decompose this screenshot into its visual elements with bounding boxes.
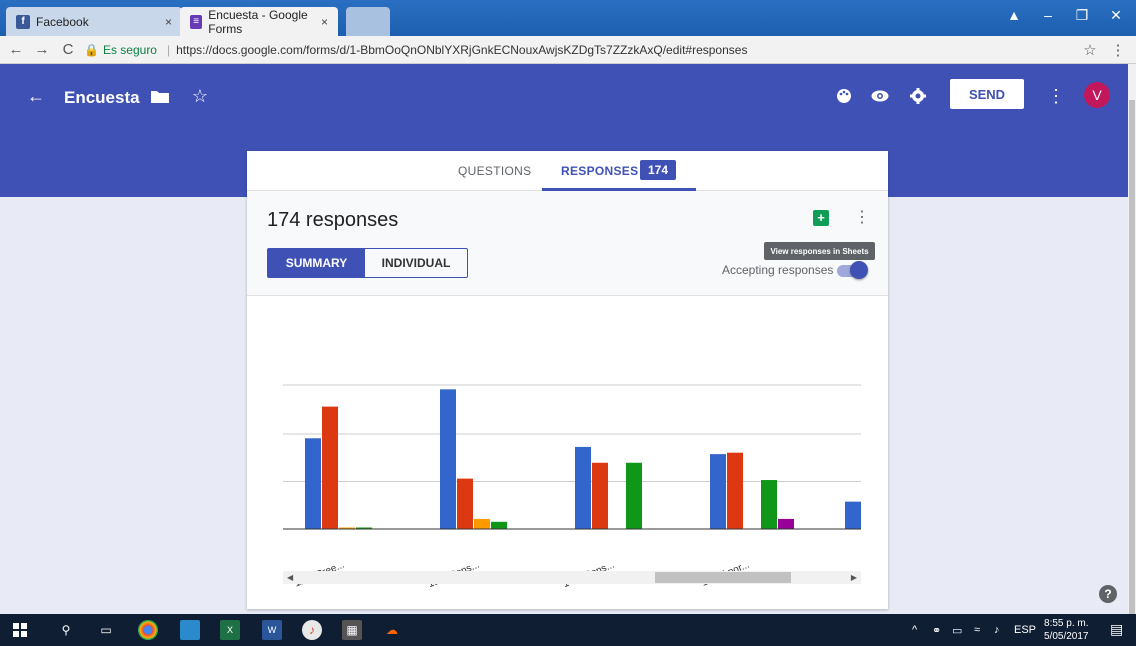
facebook-icon: f bbox=[16, 14, 30, 29]
search-icon[interactable]: ⚲ bbox=[56, 620, 76, 640]
avatar[interactable]: V bbox=[1084, 82, 1110, 108]
responses-card: QUESTIONS RESPONSES 174 174 responses SU… bbox=[247, 151, 888, 609]
language-indicator[interactable]: ESP bbox=[1014, 624, 1036, 636]
accepting-responses-label: Accepting responses bbox=[722, 263, 834, 277]
menu-icon[interactable]: ⋮ bbox=[1108, 41, 1128, 59]
chart-bar[interactable] bbox=[592, 462, 608, 529]
responses-title: 174 responses bbox=[267, 209, 399, 231]
close-window-icon[interactable]: ✕ bbox=[1096, 0, 1136, 30]
accepting-toggle-knob[interactable] bbox=[850, 261, 868, 279]
chart-bar[interactable] bbox=[761, 480, 777, 529]
send-button[interactable]: SEND bbox=[950, 79, 1024, 109]
cloud-app-icon[interactable]: ☁ bbox=[382, 620, 402, 640]
volume-icon[interactable]: ♪ bbox=[994, 624, 1000, 636]
form-title[interactable]: Encuesta bbox=[64, 88, 140, 108]
chart-bar[interactable] bbox=[457, 478, 473, 529]
tab-encuesta[interactable]: ≡ Encuesta - Google Forms × bbox=[180, 7, 338, 36]
secure-label: Es seguro bbox=[102, 43, 157, 57]
forms-icon: ≡ bbox=[190, 14, 203, 29]
chart-bar[interactable] bbox=[626, 462, 642, 529]
chart-bar[interactable] bbox=[305, 438, 321, 529]
forward-icon[interactable]: → bbox=[32, 41, 52, 58]
network-status-icon[interactable]: ⚭ bbox=[932, 624, 941, 637]
back-icon[interactable]: ← bbox=[6, 41, 26, 58]
chart-bar[interactable] bbox=[727, 452, 743, 529]
chart-bar[interactable] bbox=[440, 389, 456, 529]
windows-taskbar: ⚲ ▭ X W ♪ ▦ ☁ ^ ⚭ ▭ ≈ ♪ ESP 8:55 p. m. 5… bbox=[0, 614, 1136, 646]
view-toggle: SUMMARY INDIVIDUAL bbox=[267, 248, 468, 278]
folder-icon[interactable] bbox=[148, 84, 172, 108]
chart-bar[interactable] bbox=[575, 446, 591, 529]
clock-date: 5/05/2017 bbox=[1044, 631, 1089, 642]
responses-count-badge: 174 bbox=[640, 160, 676, 180]
scroll-right-icon[interactable]: ▶ bbox=[851, 571, 857, 584]
page-vertical-scrollbar[interactable] bbox=[1128, 64, 1136, 620]
excel-icon[interactable]: X bbox=[220, 620, 240, 640]
palette-icon[interactable] bbox=[832, 84, 856, 108]
bar-chart-svg: 12. ¿Cree...13. ¿Cons...14. ¿Cons...15. … bbox=[283, 384, 861, 590]
star-icon[interactable]: ☆ bbox=[188, 84, 212, 108]
tab-facebook[interactable]: f Facebook × bbox=[6, 7, 182, 36]
itunes-icon[interactable]: ♪ bbox=[302, 620, 322, 640]
reload-icon[interactable]: C bbox=[58, 41, 78, 58]
calculator-icon[interactable]: ▦ bbox=[342, 620, 362, 640]
tab-responses[interactable]: RESPONSES bbox=[561, 164, 638, 178]
file-explorer-icon[interactable] bbox=[180, 620, 200, 640]
responses-header: 174 responses SUMMARY INDIVIDUAL + ⋮ Vie… bbox=[247, 191, 888, 296]
notifications-icon[interactable]: ▤ bbox=[1110, 621, 1123, 638]
help-icon[interactable]: ? bbox=[1099, 585, 1117, 603]
wifi-icon[interactable]: ≈ bbox=[974, 624, 980, 636]
address-bar[interactable]: 🔒 Es seguro | https://docs.google.com/fo… bbox=[84, 39, 1076, 61]
chart-horizontal-scrollbar[interactable]: ◀ ▶ bbox=[283, 571, 861, 584]
individual-button[interactable]: INDIVIDUAL bbox=[365, 249, 467, 277]
url-separator: | bbox=[166, 43, 171, 57]
chart-bar[interactable] bbox=[710, 454, 726, 529]
summary-button[interactable]: SUMMARY bbox=[268, 249, 365, 277]
scroll-thumb[interactable] bbox=[655, 572, 791, 583]
form-tabs: QUESTIONS RESPONSES 174 bbox=[247, 151, 888, 191]
preview-eye-icon[interactable] bbox=[868, 84, 892, 108]
browser-tab-bar: f Facebook × ≡ Encuesta - Google Forms ×… bbox=[0, 0, 1136, 36]
close-tab-icon[interactable]: × bbox=[321, 15, 328, 29]
chart-bar[interactable] bbox=[845, 501, 861, 529]
tray-chevron-icon[interactable]: ^ bbox=[912, 624, 917, 636]
lock-icon: 🔒 bbox=[84, 43, 99, 57]
bookmark-star-icon[interactable]: ☆ bbox=[1080, 41, 1100, 59]
tab-title: Encuesta - Google Forms bbox=[208, 7, 308, 36]
more-vert-icon[interactable]: ⋮ bbox=[1046, 84, 1066, 108]
task-view-icon[interactable]: ▭ bbox=[96, 620, 116, 640]
chrome-icon[interactable] bbox=[138, 620, 158, 640]
close-tab-icon[interactable]: × bbox=[165, 15, 172, 29]
sheets-icon[interactable]: + bbox=[813, 210, 829, 226]
battery-icon[interactable]: ▭ bbox=[952, 624, 962, 637]
browser-toolbar: ← → C 🔒 Es seguro | https://docs.google.… bbox=[0, 36, 1136, 64]
summary-chart: 12. ¿Cree...13. ¿Cons...14. ¿Cons...15. … bbox=[247, 297, 888, 590]
chart-bar[interactable] bbox=[778, 518, 794, 529]
clock-time: 8:55 p. m. bbox=[1044, 618, 1089, 629]
clock[interactable]: 8:55 p. m. 5/05/2017 bbox=[1044, 617, 1089, 643]
page-scroll-thumb[interactable] bbox=[1129, 100, 1135, 620]
word-icon[interactable]: W bbox=[262, 620, 282, 640]
tab-title: Facebook bbox=[36, 14, 89, 29]
back-arrow-icon[interactable]: ← bbox=[24, 84, 48, 108]
windows-start-icon[interactable] bbox=[10, 620, 30, 640]
more-vert-icon[interactable]: ⋮ bbox=[854, 207, 870, 227]
tab-questions[interactable]: QUESTIONS bbox=[458, 164, 531, 178]
new-tab-button[interactable] bbox=[346, 7, 390, 36]
chart-bar[interactable] bbox=[322, 406, 338, 529]
settings-gear-icon[interactable] bbox=[906, 84, 930, 108]
scroll-left-icon[interactable]: ◀ bbox=[287, 571, 293, 584]
chart-bar[interactable] bbox=[491, 521, 507, 529]
chart-bar[interactable] bbox=[474, 518, 490, 529]
sheets-tooltip: View responses in Sheets bbox=[764, 242, 875, 260]
url-text: https://docs.google.com/forms/d/1-BbmOoQ… bbox=[176, 43, 748, 57]
